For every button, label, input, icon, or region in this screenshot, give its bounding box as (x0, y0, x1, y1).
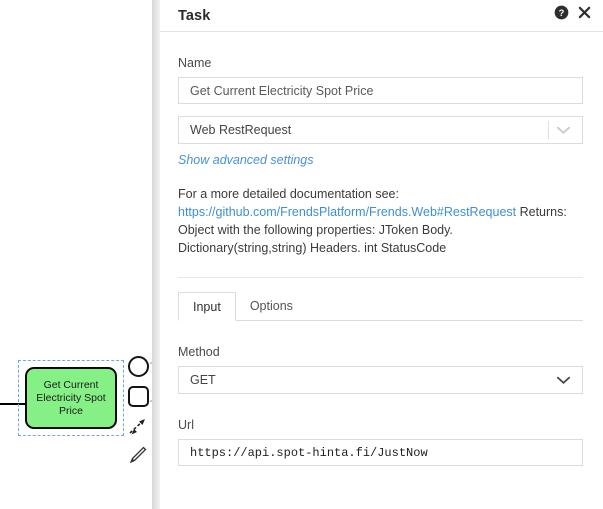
header-actions: ? (554, 5, 591, 20)
tab-input-label: Input (193, 300, 221, 314)
task-node[interactable]: Get Current Electricity Spot Price (25, 367, 117, 429)
pencil-icon[interactable] (128, 444, 149, 465)
doc-after-link: Returns: (516, 205, 567, 219)
task-type-select[interactable]: Web RestRequest (178, 116, 583, 144)
doc-line-3: Object with the following properties: JT… (178, 223, 453, 237)
documentation-link[interactable]: https://github.com/FrendsPlatform/Frends… (178, 205, 516, 219)
method-value: GET (190, 373, 216, 387)
close-icon[interactable] (578, 6, 591, 19)
tab-input[interactable]: Input (178, 292, 236, 321)
method-select[interactable]: GET (178, 366, 583, 394)
task-properties-screen: Get Current Electricity Spot Price Task … (0, 0, 603, 509)
tab-options-label: Options (249, 299, 293, 313)
name-input-value: Get Current Electricity Spot Price (190, 83, 374, 98)
url-input-value: https://api.spot-hinta.fi/JustNow (190, 445, 428, 460)
chevron-down-icon[interactable] (556, 375, 571, 385)
properties-panel: Task ? Name Get Current Electricity Spot… (160, 0, 603, 509)
help-circle-icon[interactable]: ? (554, 5, 569, 20)
panel-resize-edge[interactable] (152, 0, 160, 509)
chevron-down-icon[interactable] (556, 125, 571, 135)
panel-header: Task ? (160, 0, 603, 32)
task-node-wrapper[interactable]: Get Current Electricity Spot Price (18, 360, 124, 436)
doc-line-4: Dictionary(string,string) Headers. int S… (178, 241, 447, 255)
tab-options[interactable]: Options (236, 292, 307, 321)
tab-bar: Input Options (178, 292, 583, 321)
url-label: Url (178, 418, 194, 432)
documentation-text: For a more detailed documentation see: h… (178, 185, 585, 257)
method-label: Method (178, 345, 220, 359)
task-type-value: Web RestRequest (190, 123, 292, 137)
task-node-label: Get Current Electricity Spot Price (36, 378, 106, 417)
select-divider (548, 121, 549, 139)
name-label: Name (178, 56, 212, 70)
circle-icon[interactable] (128, 356, 149, 377)
process-canvas[interactable]: Get Current Electricity Spot Price (0, 0, 152, 509)
show-advanced-settings-link[interactable]: Show advanced settings (178, 153, 585, 167)
context-pad[interactable] (128, 356, 152, 466)
panel-body: Name Get Current Electricity Spot Price … (160, 56, 603, 466)
doc-link-line: https://github.com/FrendsPlatform/Frends… (178, 203, 585, 221)
section-divider (178, 277, 583, 278)
svg-text:?: ? (559, 8, 565, 18)
doc-intro: For a more detailed documentation see: (178, 187, 399, 201)
url-input[interactable]: https://api.spot-hinta.fi/JustNow (178, 439, 583, 466)
dashed-arrow-icon[interactable] (128, 416, 149, 437)
rounded-square-icon[interactable] (128, 386, 149, 407)
name-input[interactable]: Get Current Electricity Spot Price (178, 77, 583, 104)
page-title: Task (178, 7, 211, 24)
